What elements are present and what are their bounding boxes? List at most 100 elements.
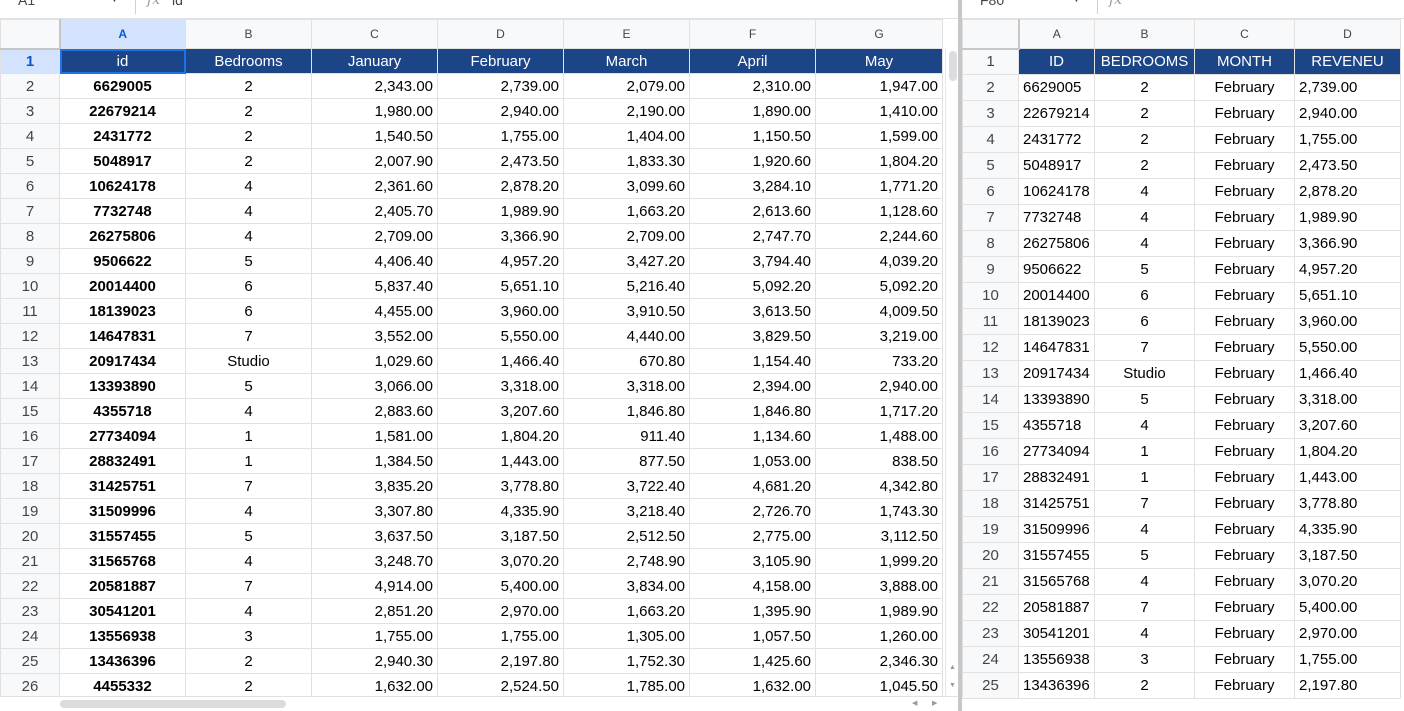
cell-revenue-apr[interactable]: 3,284.10 [689,173,816,199]
column-header-a[interactable]: A [59,19,186,49]
cell-month[interactable]: February [1194,620,1295,647]
cell-revenue-jan[interactable]: 3,066.00 [311,373,438,399]
cell-id[interactable]: 28832491 [59,448,186,474]
cell-revenue-jan[interactable]: 2,007.90 [311,148,438,174]
cell-revenue-jan[interactable]: 2,940.30 [311,648,438,674]
cell-id[interactable]: 14647831 [59,323,186,349]
cell-id[interactable]: 22679214 [59,98,186,124]
cell-month[interactable]: February [1194,360,1295,387]
row-number[interactable]: 24 [962,646,1019,673]
cell-bedrooms[interactable]: 2 [1094,100,1195,127]
cell-revenue[interactable]: 5,550.00 [1294,334,1401,361]
cell-bedrooms[interactable]: 7 [1094,334,1195,361]
cell-revenue[interactable]: 3,960.00 [1294,308,1401,335]
cell-revenue-may[interactable]: 3,219.00 [815,323,943,349]
cell-id[interactable]: 28832491 [1018,464,1095,491]
cell-bedrooms[interactable]: 2 [1094,126,1195,153]
cell-revenue-apr[interactable]: 3,613.50 [689,298,816,324]
cell-bedrooms[interactable]: 1 [185,423,312,449]
header-cell-bedrooms[interactable]: Bedrooms [185,48,312,74]
cell-revenue[interactable]: 1,443.00 [1294,464,1401,491]
header-cell-april[interactable]: April [689,48,816,74]
cell-revenue-jan[interactable]: 2,851.20 [311,598,438,624]
cell-bedrooms[interactable]: 5 [1094,386,1195,413]
cell-revenue[interactable]: 3,318.00 [1294,386,1401,413]
cell-revenue-apr[interactable]: 3,794.40 [689,248,816,274]
cell-id[interactable]: 31557455 [59,523,186,549]
header-cell-may[interactable]: May [815,48,943,74]
cell-id[interactable]: 13393890 [59,373,186,399]
cell-bedrooms[interactable]: 2 [185,673,312,699]
cell-month[interactable]: February [1194,230,1295,257]
row-number[interactable]: 5 [962,152,1019,179]
row-number[interactable]: 2 [0,73,60,99]
cell-revenue-apr[interactable]: 1,846.80 [689,398,816,424]
cell-revenue[interactable]: 1,804.20 [1294,438,1401,465]
cell-bedrooms[interactable]: 4 [185,548,312,574]
row-number[interactable]: 9 [0,248,60,274]
cell-bedrooms[interactable]: 4 [1094,204,1195,231]
cell-revenue-mar[interactable]: 877.50 [563,448,690,474]
cell-revenue-apr[interactable]: 2,747.70 [689,223,816,249]
row-number[interactable]: 3 [962,100,1019,127]
cell-revenue-mar[interactable]: 2,512.50 [563,523,690,549]
cell-id[interactable]: 31425751 [1018,490,1095,517]
cell-month[interactable]: February [1194,594,1295,621]
cell-bedrooms[interactable]: 1 [1094,464,1195,491]
row-number[interactable]: 14 [0,373,60,399]
scroll-left-icon[interactable]: ◀ [912,700,917,708]
cell-revenue[interactable]: 2,970.00 [1294,620,1401,647]
cell-revenue-mar[interactable]: 1,305.00 [563,623,690,649]
cell-revenue-may[interactable]: 2,346.30 [815,648,943,674]
cell-id[interactable]: 20014400 [1018,282,1095,309]
row-number[interactable]: 22 [962,594,1019,621]
cell-revenue-feb[interactable]: 5,550.00 [437,323,564,349]
cell-revenue-mar[interactable]: 1,785.00 [563,673,690,699]
header-cell-bedrooms[interactable]: BEDROOMS [1094,48,1195,75]
cell-bedrooms[interactable]: 4 [185,498,312,524]
row-number[interactable]: 11 [0,298,60,324]
cell-month[interactable]: February [1194,334,1295,361]
row-number[interactable]: 17 [962,464,1019,491]
cell-bedrooms[interactable]: Studio [1094,360,1195,387]
cell-revenue-mar[interactable]: 1,846.80 [563,398,690,424]
cell-bedrooms[interactable]: 6 [185,298,312,324]
row-number[interactable]: 6 [0,173,60,199]
row-number[interactable]: 20 [962,542,1019,569]
cell-bedrooms[interactable]: 6 [1094,282,1195,309]
cell-id[interactable]: 27734094 [1018,438,1095,465]
cell-revenue-mar[interactable]: 1,663.20 [563,198,690,224]
column-header-b[interactable]: B [1094,19,1195,49]
cell-revenue-may[interactable]: 1,410.00 [815,98,943,124]
cell-id[interactable]: 20581887 [1018,594,1095,621]
cell-id[interactable]: 31557455 [1018,542,1095,569]
cell-id[interactable]: 22679214 [1018,100,1095,127]
cell-revenue-mar[interactable]: 3,834.00 [563,573,690,599]
cell-bedrooms[interactable]: 2 [185,148,312,174]
cell-revenue-jan[interactable]: 1,980.00 [311,98,438,124]
row-number[interactable]: 7 [962,204,1019,231]
cell-revenue-may[interactable]: 4,039.20 [815,248,943,274]
cell-bedrooms[interactable]: Studio [185,348,312,374]
cell-revenue[interactable]: 2,940.00 [1294,100,1401,127]
row-number[interactable]: 1 [962,48,1019,75]
cell-bedrooms[interactable]: 6 [185,273,312,299]
cell-month[interactable]: February [1194,672,1295,699]
cell-revenue-may[interactable]: 1,947.00 [815,73,943,99]
cell-id[interactable]: 10624178 [1018,178,1095,205]
row-number[interactable]: 26 [0,673,60,699]
cell-id[interactable]: 6629005 [59,73,186,99]
cell-revenue-mar[interactable]: 3,722.40 [563,473,690,499]
header-cell-february[interactable]: February [437,48,564,74]
cell-revenue-may[interactable]: 3,888.00 [815,573,943,599]
cell-id[interactable]: 7732748 [59,198,186,224]
cell-revenue-jan[interactable]: 4,914.00 [311,573,438,599]
scrollbar-thumb[interactable] [949,51,957,81]
cell-revenue-apr[interactable]: 5,092.20 [689,273,816,299]
cell-id[interactable]: 30541201 [59,598,186,624]
cell-revenue-feb[interactable]: 2,970.00 [437,598,564,624]
cell-month[interactable]: February [1194,282,1295,309]
cell-revenue-apr[interactable]: 3,829.50 [689,323,816,349]
row-number[interactable]: 18 [0,473,60,499]
cell-revenue-apr[interactable]: 2,613.60 [689,198,816,224]
